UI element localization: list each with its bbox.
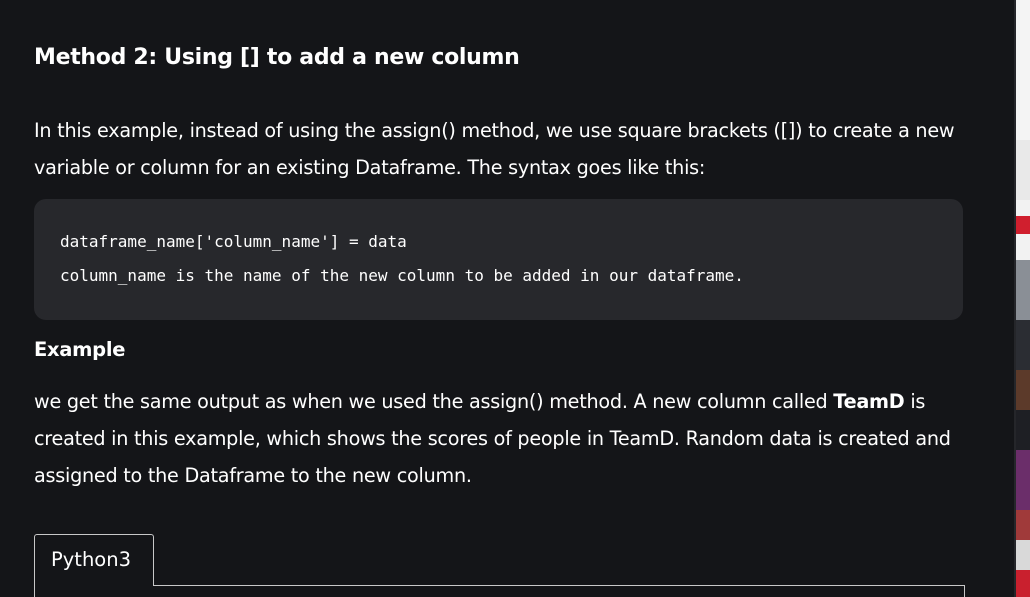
ad-segment: [1016, 140, 1030, 200]
example-text-bold: TeamD: [833, 390, 905, 413]
tab-python3[interactable]: Python3: [34, 534, 154, 586]
ad-segment: [1016, 510, 1030, 540]
article-content: Method 2: Using [] to add a new column I…: [34, 0, 965, 597]
ad-segment: [1016, 0, 1030, 140]
example-paragraph: we get the same output as when we used t…: [34, 383, 964, 494]
ad-segment: [1016, 370, 1030, 410]
ad-segment: [1016, 216, 1030, 234]
page: Method 2: Using [] to add a new column I…: [0, 0, 1030, 597]
example-text-start: we get the same output as when we used t…: [34, 390, 834, 413]
ad-segment: [1016, 320, 1030, 370]
code-tab-panel: [34, 585, 965, 597]
ad-segment: [1016, 570, 1030, 597]
example-heading: Example: [34, 338, 126, 361]
code-line-syntax: dataframe_name['column_name'] = data: [60, 232, 407, 251]
syntax-code-block: dataframe_name['column_name'] = data col…: [34, 199, 963, 320]
ad-segment: [1016, 450, 1030, 510]
intro-paragraph: In this example, instead of using the as…: [34, 119, 955, 179]
ad-segment: [1016, 540, 1030, 570]
code-line-description: column_name is the name of the new colum…: [60, 266, 744, 285]
ad-segment: [1016, 410, 1030, 450]
tab-python3-label: Python3: [51, 548, 131, 571]
section-heading: Method 2: Using [] to add a new column: [34, 45, 520, 70]
ad-segment: [1016, 260, 1030, 320]
side-ad-image[interactable]: [1016, 0, 1030, 597]
